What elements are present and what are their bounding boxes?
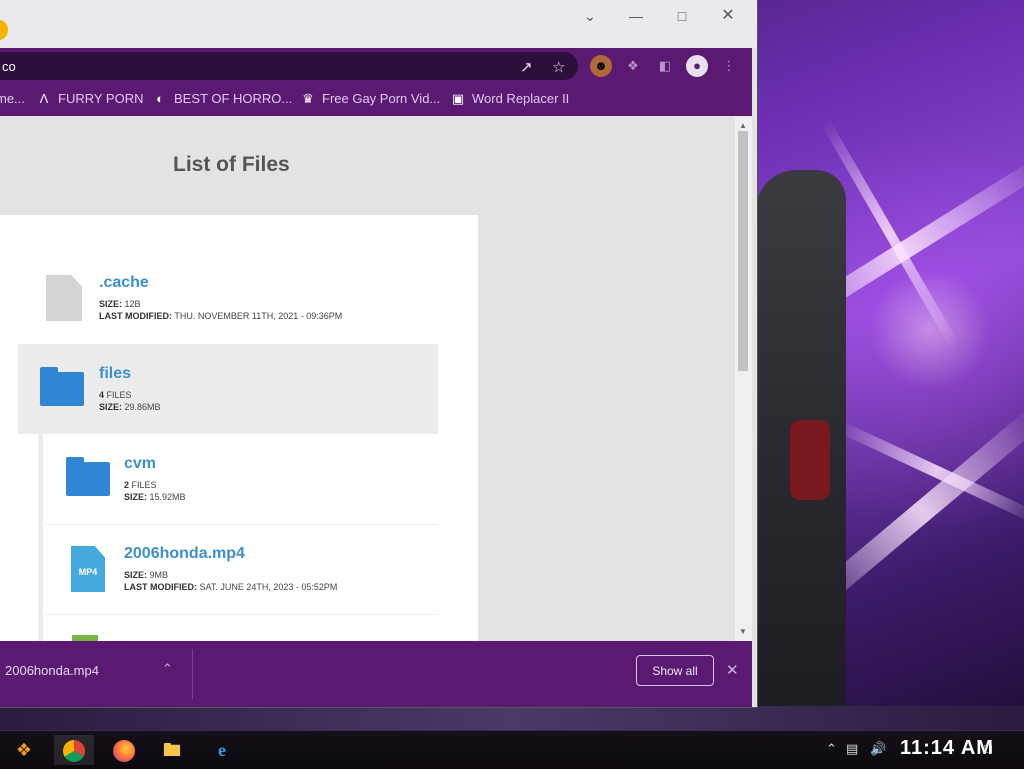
folder-icon: [40, 367, 84, 406]
file-row[interactable]: .cache SIZE: 12B LAST MODIFIED: THU. NOV…: [18, 252, 438, 342]
scroll-down-arrow-icon[interactable]: ▼: [739, 627, 747, 636]
scrollbar-thumb[interactable]: [738, 131, 748, 371]
bookmark-item[interactable]: ◐ BEST OF HORRO...: [152, 91, 292, 106]
bookmark-item[interactable]: ▣ Word Replacer II: [450, 91, 569, 107]
page-content: List of Files .cache SIZE: 12B LAST MODI…: [0, 117, 735, 641]
folder-meta: 2 FILES SIZE: 15.92MB: [124, 480, 186, 502]
file-name[interactable]: 2006honda.mp4: [124, 545, 245, 563]
chrome-logo: [63, 740, 85, 763]
mp4-file-icon: MP4: [71, 546, 105, 592]
volume-icon[interactable]: 🔊: [870, 741, 886, 757]
indent-bar: [38, 434, 43, 641]
maximize-button[interactable]: □: [659, 5, 705, 27]
folder-row[interactable]: cvm 2 FILES SIZE: 15.92MB: [44, 434, 438, 524]
globe-icon: ◐: [156, 91, 164, 106]
folder-row[interactable]: files 4 FILES SIZE: 29.86MB: [18, 344, 438, 434]
page-title: List of Files: [173, 153, 290, 176]
notification-icon[interactable]: □: [984, 741, 992, 756]
file-name[interactable]: .cache: [99, 274, 149, 292]
file-meta: SIZE: 9MB LAST MODIFIED: SAT. JUNE 24TH,…: [124, 570, 338, 592]
chevron-up-icon[interactable]: ⌃: [826, 741, 837, 757]
document-icon: [46, 275, 82, 321]
clock[interactable]: 11:14 AM: [900, 737, 994, 760]
puzzle-icon[interactable]: ❖: [622, 55, 644, 77]
file-row[interactable]: MP4 2006honda.mp4 SIZE: 9MB LAST MODIFIE…: [44, 524, 438, 614]
firefox-logo: [113, 740, 135, 763]
extension-avatar-icon[interactable]: ☻: [590, 55, 612, 77]
firefox-icon[interactable]: [104, 735, 144, 765]
wr-icon: ▣: [451, 91, 465, 106]
chevron-down-icon[interactable]: ⌄: [567, 5, 613, 27]
desktop-strip: [0, 706, 1024, 730]
anime-figure-scarf: [790, 420, 830, 500]
bookmark-item[interactable]: Λ FURRY PORN: [36, 91, 144, 106]
download-bar: 2006honda.mp4 ⌃ Show all ✕: [0, 641, 752, 707]
folder-icon: [66, 457, 110, 496]
address-bar[interactable]: co ↗ ☆: [0, 52, 578, 80]
folder-meta: 4 FILES SIZE: 29.86MB: [99, 390, 161, 412]
share-icon[interactable]: ↗: [520, 58, 533, 76]
file-list: .cache SIZE: 12B LAST MODIFIED: THU. NOV…: [0, 215, 478, 641]
start-icon[interactable]: ❖: [4, 735, 44, 765]
star-icon[interactable]: ☆: [552, 58, 565, 76]
minimize-button[interactable]: —: [613, 5, 659, 27]
bookmark-item[interactable]: me...: [0, 91, 25, 106]
title-bar[interactable]: ⌄ — □ ✕: [0, 0, 757, 48]
folder-name[interactable]: files: [99, 365, 131, 383]
close-button[interactable]: ✕: [705, 5, 751, 27]
folder-name[interactable]: cvm: [124, 455, 156, 473]
side-panel-icon[interactable]: ◧: [654, 55, 676, 77]
divider: [44, 614, 438, 615]
a-logo-icon: Λ: [39, 91, 49, 106]
close-icon[interactable]: ✕: [726, 661, 739, 679]
file-meta: SIZE: 12B LAST MODIFIED: THU. NOVEMBER 1…: [99, 299, 343, 321]
address-text[interactable]: co: [2, 59, 16, 74]
chevron-up-icon[interactable]: ⌃: [162, 661, 173, 677]
divider: [192, 649, 193, 699]
menu-icon[interactable]: ⋮: [718, 55, 740, 77]
download-item[interactable]: 2006honda.mp4: [5, 663, 99, 678]
vertical-scrollbar[interactable]: ▲ ▼: [735, 117, 752, 641]
show-all-button[interactable]: Show all: [636, 655, 714, 686]
bookmark-item[interactable]: ♛ Free Gay Porn Vid...: [300, 91, 440, 107]
site-icon: ♛: [302, 91, 314, 106]
network-icon[interactable]: ▤: [846, 741, 858, 757]
tab-favicon: [0, 20, 8, 40]
file-explorer-icon[interactable]: 🖿: [152, 735, 192, 765]
scroll-up-arrow-icon[interactable]: ▲: [739, 121, 747, 130]
bookmarks-bar: me... ΛFURRY PORN ◐BEST OF HORRO... ♛Fre…: [0, 82, 752, 116]
internet-explorer-icon[interactable]: e: [202, 735, 242, 765]
browser-window[interactable]: ⌄ — □ ✕ co ↗ ☆ ☻ ❖ ◧ ● ⋮ me... ΛFURRY PO…: [0, 0, 758, 708]
chrome-icon[interactable]: [54, 735, 94, 765]
taskbar: ❖ 🖿 e ⌃ ▤ 🔊 11:14 AM □: [0, 730, 1024, 769]
profile-icon[interactable]: ●: [686, 55, 708, 77]
